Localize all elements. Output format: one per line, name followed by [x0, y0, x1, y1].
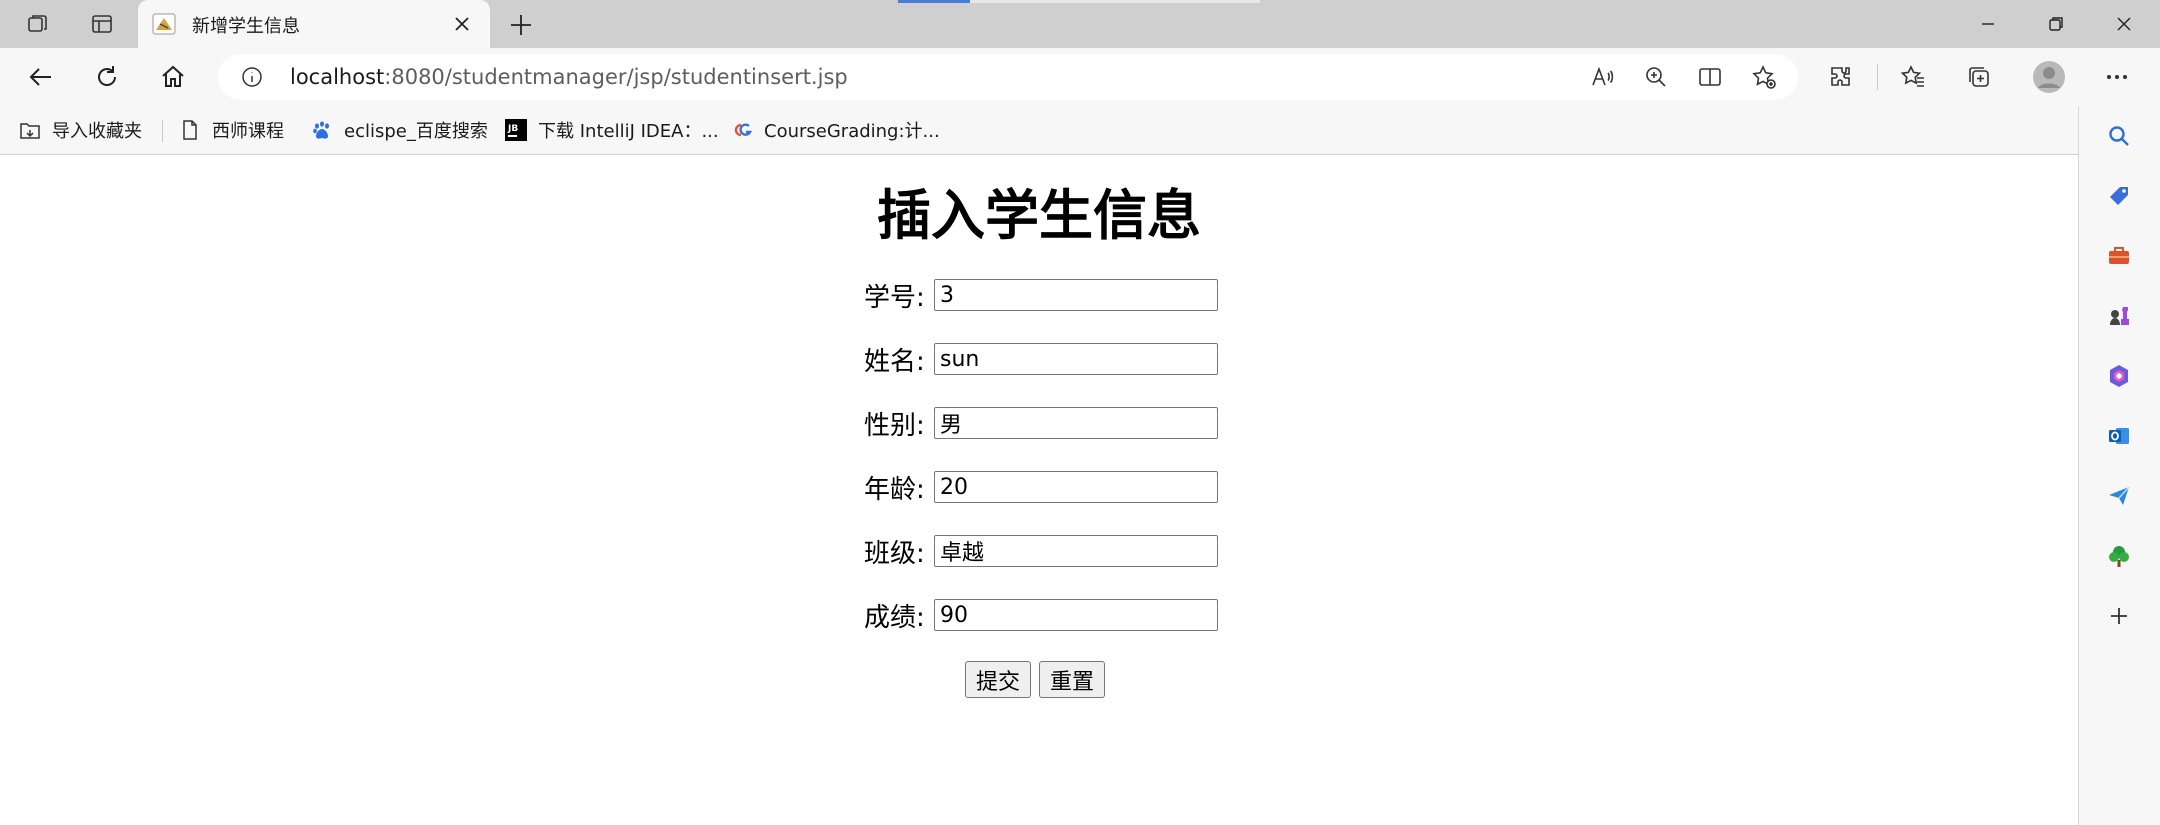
send-drop-icon[interactable]: [2099, 476, 2139, 516]
bookmark-intellij[interactable]: JB 下载 IntelliJ IDEA：...: [504, 116, 719, 144]
name-label: 姓名:: [864, 346, 925, 377]
address-bar[interactable]: localhost:8080/studentmanager/jsp/studen…: [218, 54, 1798, 100]
split-screen-icon[interactable]: [1696, 63, 1724, 91]
tab-title: 新增学生信息: [192, 16, 300, 37]
site-info-icon[interactable]: [240, 65, 264, 89]
tree-icon[interactable]: [2099, 536, 2139, 576]
loading-track: [970, 0, 1260, 3]
refresh-icon[interactable]: [88, 58, 126, 96]
bookmark-divider: [162, 120, 163, 142]
collections-icon[interactable]: [1960, 58, 1998, 96]
bookmark-label: eclispe_百度搜索: [344, 121, 488, 142]
shopping-tag-icon[interactable]: [2099, 176, 2139, 216]
read-aloud-icon[interactable]: [1588, 63, 1616, 91]
edge-sidebar: [2078, 106, 2160, 825]
loading-indicator: [898, 0, 970, 3]
form-row-class: 班级:: [864, 533, 1218, 569]
gender-label: 性别:: [864, 410, 925, 441]
search-icon[interactable]: [2099, 116, 2139, 156]
close-window-icon[interactable]: [2094, 8, 2154, 40]
more-menu-icon[interactable]: [2098, 58, 2136, 96]
student-id-input[interactable]: [934, 279, 1218, 311]
games-chess-icon[interactable]: [2099, 296, 2139, 336]
page-content: 插入学生信息 学号: 姓名: 性别: 年龄: 班级: 成绩: 提交 重置: [0, 155, 2078, 825]
tab-actions-icon[interactable]: [84, 6, 120, 42]
form-buttons: 提交 重置: [965, 661, 1106, 698]
bookmark-eclipse-baidu[interactable]: eclispe_百度搜索: [310, 116, 488, 144]
microsoft365-icon[interactable]: [2099, 356, 2139, 396]
minimize-icon[interactable]: [1958, 8, 2018, 40]
jetbrains-icon: JB: [504, 118, 528, 142]
outlook-icon[interactable]: [2099, 416, 2139, 456]
url-text[interactable]: localhost:8080/studentmanager/jsp/studen…: [290, 65, 848, 89]
coursegrading-icon: [730, 118, 754, 142]
title-bar: 新增学生信息: [0, 0, 2160, 48]
active-tab[interactable]: 新增学生信息: [138, 0, 490, 48]
close-tab-icon[interactable]: [450, 12, 474, 36]
form-row-name: 姓名:: [864, 341, 1218, 377]
extensions-icon[interactable]: [1822, 58, 1860, 96]
baidu-paw-icon: [310, 118, 334, 142]
student-id-label: 学号:: [864, 282, 925, 313]
favorites-icon[interactable]: [1894, 58, 1932, 96]
url-path: :8080/studentmanager/jsp/studentinsert.j…: [384, 65, 848, 89]
class-label: 班级:: [864, 538, 925, 569]
back-icon[interactable]: [22, 58, 60, 96]
name-input[interactable]: [934, 343, 1218, 375]
bookmark-xishi[interactable]: 西师课程: [178, 116, 284, 144]
age-input[interactable]: [934, 471, 1218, 503]
tools-briefcase-icon[interactable]: [2099, 236, 2139, 276]
url-host: localhost: [290, 65, 385, 89]
bookmark-import[interactable]: 导入收藏夹: [18, 116, 142, 144]
bookmark-label: 下载 IntelliJ IDEA：...: [538, 121, 719, 142]
class-input[interactable]: [934, 535, 1218, 567]
new-tab-icon[interactable]: [506, 10, 536, 40]
document-icon: [178, 118, 202, 142]
add-favorite-icon[interactable]: [1750, 63, 1778, 91]
bookmark-label: 西师课程: [212, 121, 284, 142]
svg-text:JB: JB: [507, 124, 518, 134]
navigation-bar: localhost:8080/studentmanager/jsp/studen…: [0, 48, 2160, 106]
form-row-gender: 性别:: [864, 405, 1218, 441]
workspaces-icon[interactable]: [20, 6, 56, 42]
form-row-score: 成绩:: [864, 597, 1218, 633]
age-label: 年龄:: [864, 474, 925, 505]
add-sidebar-app-icon[interactable]: [2099, 596, 2139, 636]
reset-button[interactable]: 重置: [1039, 661, 1106, 698]
bookmark-label: 导入收藏夹: [52, 121, 142, 142]
tomcat-favicon-icon: [152, 12, 176, 36]
home-icon[interactable]: [154, 58, 192, 96]
submit-button[interactable]: 提交: [965, 661, 1032, 698]
profile-avatar[interactable]: [2030, 58, 2068, 96]
form-row-student-id: 学号:: [864, 277, 1218, 313]
bookmark-coursegrading[interactable]: CourseGrading:计...: [730, 116, 940, 144]
page-title: 插入学生信息: [877, 184, 1201, 247]
score-input[interactable]: [934, 599, 1218, 631]
zoom-icon[interactable]: [1642, 63, 1670, 91]
restore-icon[interactable]: [2026, 8, 2086, 40]
toolbar-divider: [1877, 64, 1878, 90]
gender-input[interactable]: [934, 407, 1218, 439]
form-row-age: 年龄:: [864, 469, 1218, 505]
score-label: 成绩:: [864, 602, 925, 633]
bookmark-label: CourseGrading:计...: [764, 121, 940, 142]
bookmarks-bar: 导入收藏夹 西师课程 eclispe_百度搜索 JB 下载 IntelliJ I…: [0, 106, 2078, 155]
import-folder-icon: [18, 118, 42, 142]
